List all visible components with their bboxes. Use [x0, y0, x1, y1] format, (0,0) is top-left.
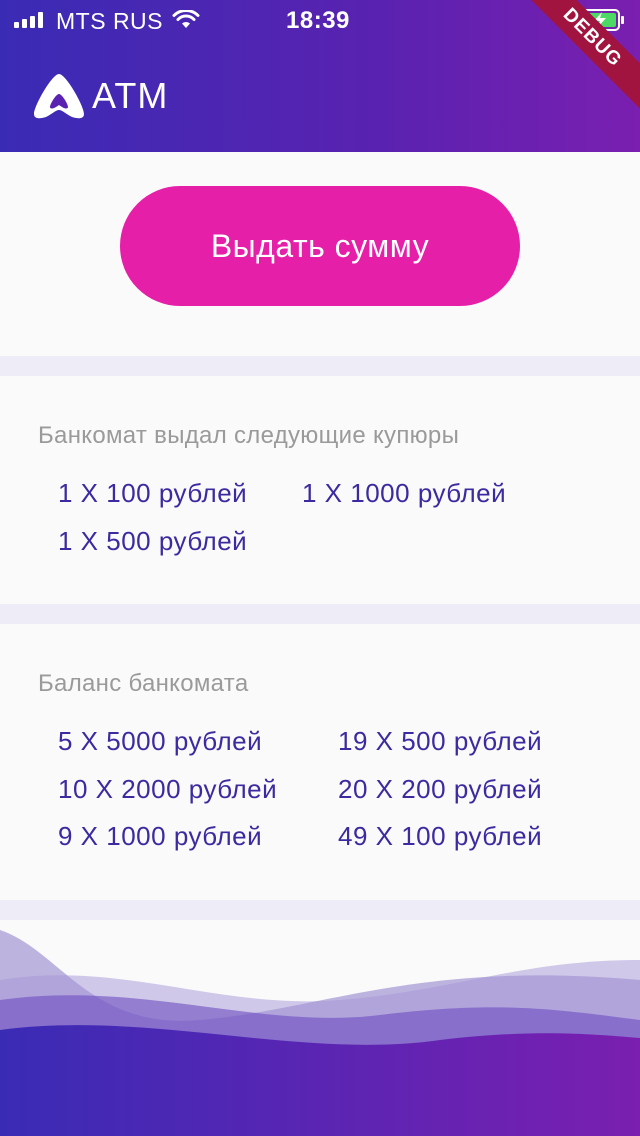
atm-balance-card: Баланс банкомата 5 X 5000 рублей 19 X 50… — [0, 624, 640, 900]
balance-note-item: 19 X 500 рублей — [338, 726, 543, 756]
carrier-name: MTS RUS — [56, 8, 163, 34]
issued-note-item: 1 X 1000 рублей — [302, 478, 507, 508]
dispense-amount-button[interactable]: Выдать сумму — [120, 186, 520, 306]
balance-note-item: 20 X 200 рублей — [338, 774, 543, 804]
status-time: 18:39 — [286, 7, 350, 34]
dispense-card: Выдать сумму — [0, 152, 640, 356]
app-title: ATM — [92, 75, 169, 116]
balance-note-item: 5 X 5000 рублей — [58, 726, 263, 756]
decorative-waves — [0, 920, 640, 1136]
app-logo: ATM — [32, 72, 168, 120]
signal-icon — [14, 12, 43, 28]
balance-note-item: 49 X 100 рублей — [338, 821, 543, 851]
atm-balance-title: Баланс банкомата — [38, 670, 249, 697]
atm-logo-icon — [34, 74, 84, 119]
wifi-icon — [172, 10, 200, 28]
issued-note-item: 1 X 100 рублей — [58, 478, 248, 508]
issued-note-item: 1 X 500 рублей — [58, 526, 248, 556]
issued-notes-title: Банкомат выдал следующие купюры — [38, 422, 460, 449]
issued-notes-card: Банкомат выдал следующие купюры 1 X 100 … — [0, 376, 640, 604]
balance-note-item: 10 X 2000 рублей — [58, 774, 278, 804]
app-header: MTS RUS 18:39 DEBUG ATM — [0, 0, 640, 152]
balance-note-item: 9 X 1000 рублей — [58, 821, 263, 851]
